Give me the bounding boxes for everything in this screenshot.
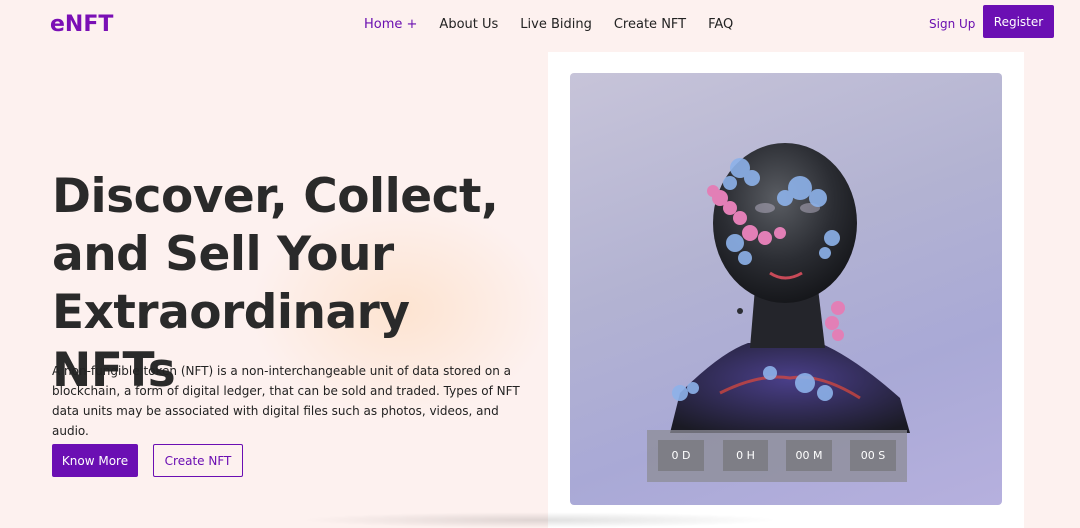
hero-description: A non-fungible token (NFT) is a non-inte… [52, 364, 520, 438]
nav-item-live-biding[interactable]: Live Biding [520, 17, 592, 32]
top-navbar: eNFT Home + About Us Live Biding Create … [0, 0, 1080, 50]
countdown-hours: 0 H [723, 440, 768, 471]
main-nav: Home + About Us Live Biding Create NFT F… [364, 17, 755, 32]
nav-item-faq[interactable]: FAQ [708, 17, 733, 32]
create-nft-button[interactable]: Create NFT [153, 444, 243, 477]
section-shadow [300, 512, 780, 528]
countdown-days: 0 D [658, 440, 704, 471]
know-more-button[interactable]: Know More [52, 444, 138, 477]
nav-item-create-nft[interactable]: Create NFT [614, 17, 686, 32]
sign-up-link[interactable]: Sign Up [929, 17, 975, 31]
countdown-minutes: 00 M [786, 440, 832, 471]
nav-item-about-us[interactable]: About Us [439, 17, 498, 32]
countdown-seconds: 00 S [850, 440, 896, 471]
auction-countdown: 0 D 0 H 00 M 00 S [647, 430, 907, 482]
brand-logo[interactable]: eNFT [50, 12, 113, 37]
register-button[interactable]: Register [983, 5, 1054, 38]
nav-item-home[interactable]: Home + [364, 17, 417, 32]
